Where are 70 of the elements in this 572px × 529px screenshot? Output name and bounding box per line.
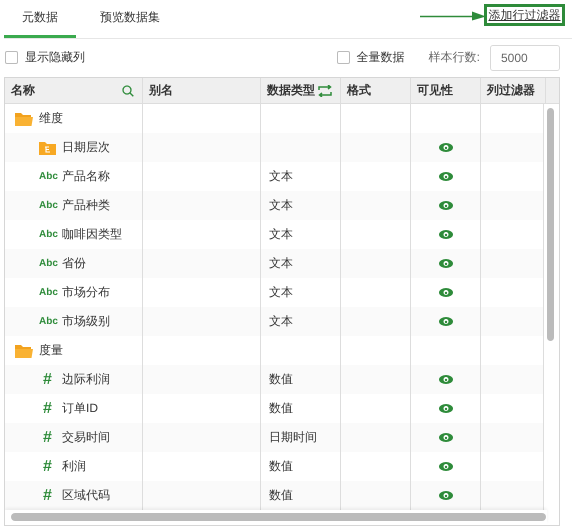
checkbox-label: 显示隐藏列: [25, 49, 85, 66]
column-header: 格式: [347, 82, 371, 99]
data-type-cell: 数值: [269, 458, 293, 475]
checkbox-label: 全量数据: [356, 49, 405, 66]
checkbox[interactable]: [336, 51, 350, 64]
hierarchy-icon: [39, 140, 56, 154]
data-type-cell: 文本: [269, 313, 293, 330]
sample-rows-field[interactable]: 5000: [490, 44, 560, 70]
text-type-icon: Abc: [39, 171, 56, 182]
column-header: 可见性: [417, 82, 453, 99]
tab[interactable]: 元数据: [4, 0, 76, 38]
folder-icon: [15, 112, 33, 126]
field-name[interactable]: 订单ID: [62, 400, 98, 417]
field-name[interactable]: 市场分布: [62, 284, 110, 301]
column-header: 别名: [149, 82, 173, 99]
visible-icon[interactable]: [438, 143, 452, 152]
field-name[interactable]: 产品名称: [62, 168, 110, 185]
data-type-cell: 文本: [269, 197, 293, 214]
data-type-cell: 文本: [269, 226, 293, 243]
column-header: 数据类型: [267, 82, 315, 99]
add-row-filter-link[interactable]: 添加行过滤器: [488, 6, 560, 24]
number-type-icon: #: [39, 428, 56, 446]
visible-icon[interactable]: [438, 375, 452, 384]
visible-icon[interactable]: [438, 230, 452, 239]
visible-icon[interactable]: [438, 201, 452, 210]
visible-icon[interactable]: [438, 433, 452, 442]
text-type-icon: Abc: [39, 229, 56, 240]
visible-icon[interactable]: [438, 288, 452, 297]
field-name[interactable]: 维度: [39, 110, 63, 127]
number-type-icon: #: [39, 400, 56, 418]
number-type-icon: #: [39, 486, 56, 504]
checkbox[interactable]: [5, 51, 18, 64]
data-type-cell: 数值: [269, 400, 293, 417]
swap-icon[interactable]: [318, 84, 332, 96]
field-name[interactable]: 产品种类: [62, 197, 110, 214]
search-icon[interactable]: [122, 84, 134, 96]
data-type-cell: 数值: [269, 371, 293, 388]
data-type-cell: 文本: [269, 284, 293, 301]
folder-icon: [15, 344, 33, 358]
text-type-icon: Abc: [39, 258, 56, 269]
field-name[interactable]: 咖啡因类型: [62, 226, 122, 243]
text-type-icon: Abc: [39, 316, 56, 327]
text-type-icon: Abc: [39, 287, 56, 298]
field-name[interactable]: 利润: [62, 458, 86, 475]
sample-rows-label: 样本行数:: [428, 49, 480, 66]
field-name[interactable]: 日期层次: [62, 139, 110, 156]
data-type-cell: 文本: [269, 255, 293, 272]
visible-icon[interactable]: [438, 404, 452, 413]
tab[interactable]: 预览数据集: [82, 0, 178, 38]
visible-icon[interactable]: [438, 172, 452, 181]
data-type-cell: 文本: [269, 168, 293, 185]
visible-icon[interactable]: [438, 491, 452, 500]
visible-icon[interactable]: [438, 317, 452, 326]
data-type-cell: 日期时间: [269, 429, 317, 446]
number-type-icon: #: [39, 458, 56, 476]
field-name[interactable]: 省份: [62, 255, 86, 272]
field-name[interactable]: 边际利润: [62, 371, 110, 388]
text-type-icon: Abc: [39, 200, 56, 211]
field-name[interactable]: 度量: [39, 342, 63, 359]
visible-icon[interactable]: [438, 259, 452, 268]
field-name[interactable]: 交易时间: [62, 429, 110, 446]
field-name[interactable]: 市场级别: [62, 313, 110, 330]
vertical-scrollbar[interactable]: [547, 108, 554, 341]
data-type-cell: 数值: [269, 487, 293, 504]
horizontal-scrollbar[interactable]: [11, 513, 546, 521]
column-header: 列过滤器: [487, 82, 535, 99]
number-type-icon: #: [39, 370, 56, 388]
field-name[interactable]: 区域代码: [62, 487, 110, 504]
visible-icon[interactable]: [438, 462, 452, 471]
column-header: 名称: [11, 82, 35, 99]
